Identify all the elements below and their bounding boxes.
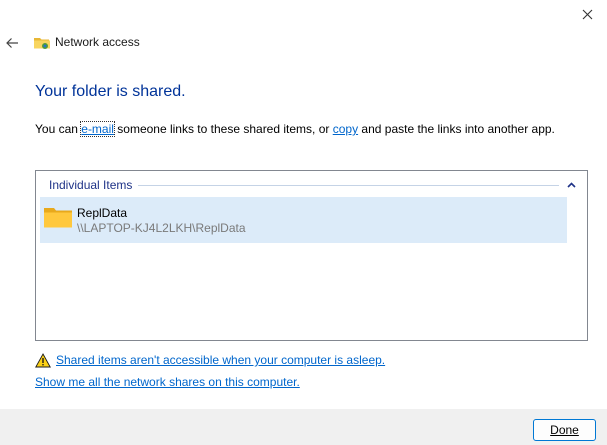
- item-path: \\LAPTOP-KJ4L2LKH\ReplData: [77, 221, 246, 235]
- title-bar: Network access: [0, 30, 607, 56]
- warning-icon: [35, 352, 51, 367]
- back-button[interactable]: [3, 32, 21, 54]
- description-middle: someone links to these shared items, or: [113, 122, 333, 136]
- chevron-up-icon: [566, 182, 576, 188]
- close-button[interactable]: [567, 0, 607, 28]
- email-link[interactable]: e-mail: [80, 121, 115, 137]
- copy-link[interactable]: copy: [333, 122, 358, 136]
- show-network-shares-link[interactable]: Show me all the network shares on this c…: [35, 375, 300, 389]
- done-button-label: Done: [550, 423, 579, 437]
- back-arrow-icon: [6, 38, 18, 48]
- sleep-warning-link[interactable]: Shared items aren't accessible when your…: [56, 353, 385, 367]
- network-folder-icon: [34, 38, 50, 49]
- description-prefix: You can: [35, 122, 82, 136]
- page-title: Your folder is shared.: [35, 83, 186, 100]
- shared-items-list[interactable]: Individual Items ReplData \\LAPTOP-KJ4L2…: [35, 170, 588, 341]
- dialog-footer: Done: [0, 409, 607, 445]
- folder-icon: [44, 208, 72, 228]
- group-header[interactable]: Individual Items: [49, 177, 579, 193]
- close-icon: [582, 9, 592, 19]
- description-suffix: and paste the links into another app.: [358, 122, 555, 136]
- item-name: ReplData: [77, 206, 128, 220]
- share-description: You can e-mail someone links to these sh…: [35, 121, 555, 137]
- network-access-dialog: Network access Your folder is shared. Yo…: [0, 0, 607, 445]
- done-button[interactable]: Done: [533, 419, 596, 441]
- group-divider: [138, 185, 559, 186]
- window-title: Network access: [55, 35, 140, 49]
- group-label: Individual Items: [49, 178, 133, 192]
- list-item[interactable]: ReplData \\LAPTOP-KJ4L2LKH\ReplData: [40, 197, 567, 243]
- collapse-group-button[interactable]: [563, 177, 579, 193]
- sleep-warning: Shared items aren't accessible when your…: [35, 351, 385, 369]
